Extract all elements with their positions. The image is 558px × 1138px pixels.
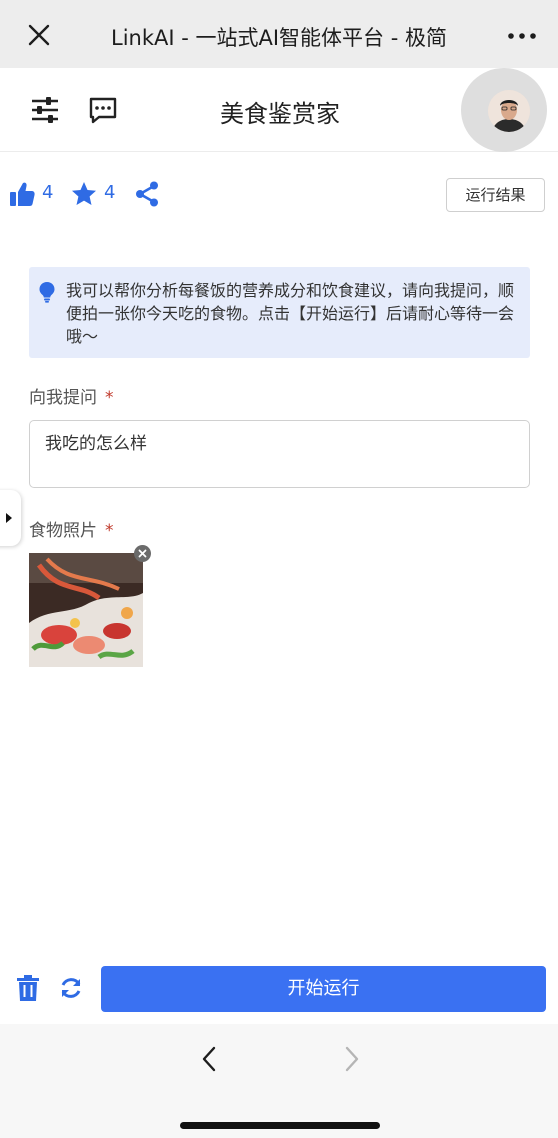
start-run-button[interactable]: 开始运行	[101, 966, 546, 1012]
info-text: 我可以帮你分析每餐饭的营养成分和饮食建议，请向我提问，顺便拍一张你今天吃的食物。…	[66, 281, 515, 346]
run-results-button[interactable]: 运行结果	[446, 178, 545, 212]
close-icon[interactable]	[24, 20, 54, 50]
star-icon[interactable]	[70, 180, 98, 208]
chat-message-icon[interactable]	[86, 93, 120, 127]
avatar-button[interactable]	[461, 68, 547, 152]
page-title: 美食鉴赏家	[220, 100, 340, 128]
refresh-icon[interactable]	[59, 976, 83, 1000]
close-icon	[138, 549, 147, 558]
browser-top-bar: LinkAI - 一站式AI智能体平台 - 极简	[0, 0, 558, 68]
chevron-right-icon[interactable]	[338, 1044, 366, 1074]
browser-bottom-nav	[0, 1024, 558, 1138]
remove-photo-button[interactable]	[134, 545, 151, 562]
lightbulb-icon	[38, 281, 56, 303]
share-icon[interactable]	[133, 180, 161, 208]
thumbs-up-icon[interactable]	[8, 180, 36, 208]
info-box: 我可以帮你分析每餐饭的营养成分和饮食建议，请向我提问，顺便拍一张你今天吃的食物。…	[29, 267, 530, 358]
question-label-text: 向我提问	[29, 388, 97, 408]
avatar	[488, 90, 530, 132]
favorite-count: 4	[104, 182, 116, 203]
home-indicator	[180, 1122, 380, 1129]
required-mark: *	[105, 521, 114, 541]
required-mark: *	[105, 388, 114, 408]
like-count: 4	[42, 182, 54, 203]
browser-page-title: LinkAI - 一站式AI智能体平台 - 极简	[111, 26, 447, 50]
side-panel-toggle[interactable]	[0, 490, 21, 546]
more-menu-icon[interactable]	[506, 22, 538, 50]
app-header: 美食鉴赏家	[0, 68, 558, 152]
photo-label-text: 食物照片	[29, 521, 97, 541]
photo-label: 食物照片 *	[29, 516, 114, 541]
caret-right-icon	[6, 513, 12, 523]
food-photo-thumbnail[interactable]	[29, 553, 143, 667]
bottom-action-bar: 开始运行	[0, 960, 558, 1020]
stats-row: 4 4 运行结果	[0, 176, 558, 216]
chevron-left-icon[interactable]	[195, 1044, 223, 1074]
settings-sliders-icon[interactable]	[28, 93, 62, 127]
question-input[interactable]: 我吃的怎么样	[29, 420, 530, 488]
trash-icon[interactable]	[15, 974, 41, 1002]
question-label: 向我提问 *	[29, 383, 114, 408]
